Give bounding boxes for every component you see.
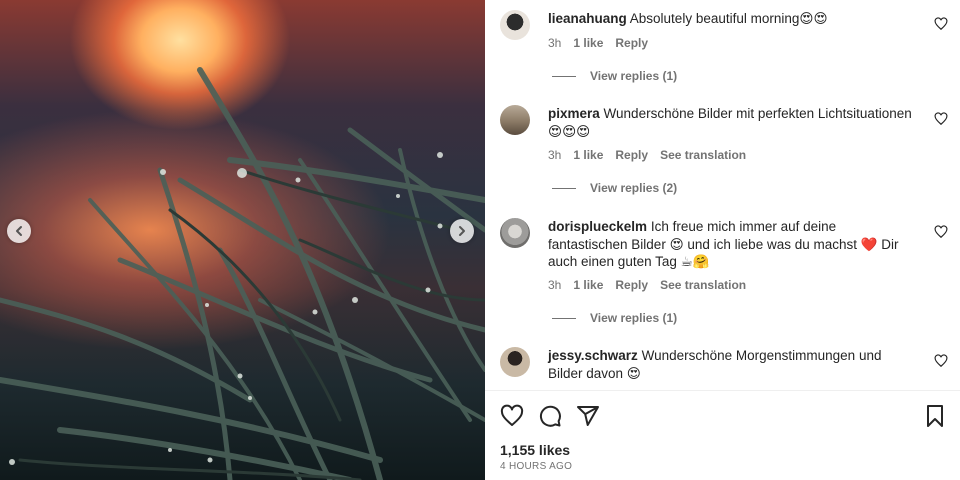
view-replies-button[interactable]: View replies (1) [552, 69, 677, 83]
comment-body: Absolutely beautiful morning😍😍 [629, 11, 828, 26]
comment-meta: 3h 1 like Reply See translation [548, 148, 746, 162]
view-replies-button[interactable]: View replies (2) [552, 181, 677, 195]
comment-time[interactable]: 3h [548, 148, 561, 162]
chevron-right-icon [459, 226, 465, 236]
avatar[interactable] [500, 347, 530, 377]
post-timestamp[interactable]: 4 HOURS AGO [500, 461, 572, 472]
reply-button[interactable]: Reply [615, 278, 648, 292]
carousel-next-button[interactable] [450, 219, 474, 243]
reply-button[interactable]: Reply [615, 36, 648, 50]
comment-meta: 3h 1 like Reply See translation [548, 278, 746, 292]
bookmark-icon[interactable] [923, 404, 947, 428]
heart-icon[interactable] [500, 404, 524, 428]
grass-photo [0, 67, 485, 480]
paper-plane-icon[interactable] [576, 404, 600, 428]
divider-line [552, 187, 576, 189]
carousel-prev-button[interactable] [7, 219, 31, 243]
see-translation-button[interactable]: See translation [660, 148, 746, 162]
comment-time[interactable]: 3h [548, 36, 561, 50]
avatar[interactable] [500, 105, 530, 135]
like-count[interactable]: 1,155 likes [500, 442, 570, 458]
comment-likes[interactable]: 1 like [573, 278, 603, 292]
view-replies-label: View replies (1) [590, 69, 678, 83]
comment-username[interactable]: jessy.schwarz [548, 348, 638, 363]
panel-divider [485, 390, 960, 391]
view-replies-label: View replies (2) [590, 181, 678, 195]
reply-button[interactable]: Reply [615, 148, 648, 162]
chevron-left-icon [16, 226, 22, 236]
heart-icon[interactable] [934, 354, 948, 368]
divider-line [552, 317, 576, 319]
comment-likes[interactable]: 1 like [573, 36, 603, 50]
view-replies-label: View replies (1) [590, 311, 678, 325]
comment-username[interactable]: pixmera [548, 106, 600, 121]
comment-body: Wunderschöne Bilder mit perfekten Lichts… [548, 106, 912, 139]
comment-username[interactable]: lieanahuang [548, 11, 627, 26]
heart-icon[interactable] [934, 17, 948, 31]
action-bar [485, 400, 960, 430]
comment-time[interactable]: 3h [548, 278, 561, 292]
avatar[interactable] [500, 10, 530, 40]
heart-icon[interactable] [934, 112, 948, 126]
heart-icon[interactable] [934, 225, 948, 239]
see-translation-button[interactable]: See translation [660, 278, 746, 292]
comment-list: lieanahuang Absolutely beautiful morning… [485, 0, 960, 390]
comment-likes[interactable]: 1 like [573, 148, 603, 162]
comments-panel: lieanahuang Absolutely beautiful morning… [485, 0, 960, 480]
comment-username[interactable]: dorisplueckelm [548, 219, 647, 234]
avatar[interactable] [500, 218, 530, 248]
post-image [0, 0, 485, 480]
divider-line [552, 75, 576, 77]
comment-icon[interactable] [538, 404, 562, 428]
view-replies-button[interactable]: View replies (1) [552, 311, 677, 325]
comment-meta: 3h 1 like Reply [548, 36, 648, 50]
